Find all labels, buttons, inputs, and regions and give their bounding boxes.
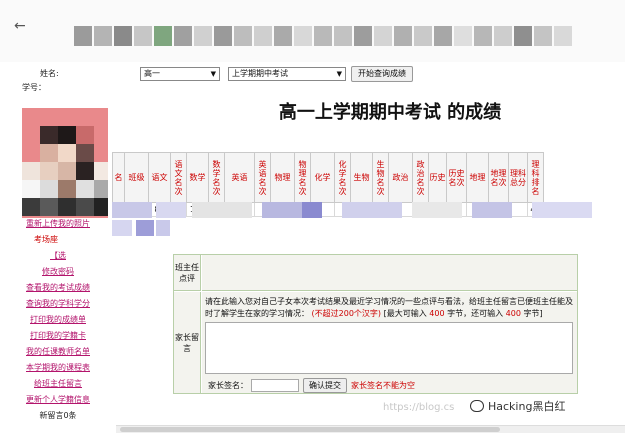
sidebar-link: 新留言0条 bbox=[39, 411, 77, 420]
signature-input[interactable] bbox=[251, 378, 299, 392]
column-header: 理科总分 bbox=[508, 152, 528, 203]
sidebar-link[interactable]: 给班主任留言 bbox=[0, 376, 116, 392]
exam-select-value: 上学期期中考试 bbox=[232, 69, 288, 78]
table-header-row: 名班级 语文 语文名次 数学 数学名次 英语 英语名次 物理 物理名次 化学 化学名次 生物 生物名次政… bbox=[112, 152, 544, 203]
sidebar-link[interactable]: 重新上传我的照片 bbox=[0, 216, 116, 232]
sidebar-link[interactable]: 【选 bbox=[0, 248, 116, 264]
column-header: 数学 bbox=[186, 152, 209, 203]
column-header: 政治 bbox=[388, 152, 413, 203]
parent-message-textarea[interactable] bbox=[205, 322, 573, 374]
remaining-chars: 400 bbox=[505, 309, 521, 318]
teacher-comment-area bbox=[202, 255, 577, 291]
dropdown-arrow-icon: ▼ bbox=[336, 70, 342, 78]
browser-top-strip: ← bbox=[0, 0, 625, 62]
blurred-header bbox=[74, 26, 574, 48]
instructions-max-label: [最大可输入 bbox=[381, 309, 430, 318]
watermark-url: https://blog.cs bbox=[383, 402, 455, 413]
column-header: 英语名次 bbox=[254, 152, 271, 203]
watermark-brand: Hacking黑白红 bbox=[470, 398, 565, 414]
sidebar-link[interactable]: 打印我的成绩单 bbox=[0, 312, 116, 328]
sidebar-link[interactable]: 更新个人学籍信息 bbox=[0, 392, 116, 408]
sidebar: 姓名: 学号： 重新上传我的照片 考场座 【选 修改密码 查看我的考试成绩 查询我的学科学… bbox=[0, 62, 116, 436]
column-header: 物理名次 bbox=[294, 152, 311, 203]
sidebar-link[interactable]: 打印我的学籍卡 bbox=[0, 328, 116, 344]
column-header: 语文 bbox=[148, 152, 171, 203]
sidebar-links: 重新上传我的照片 考场座 【选 修改密码 查看我的考试成绩 查询我的学科学分 打印我的成绩单… bbox=[0, 216, 116, 424]
instructions-text: 请在此输入您对自己子女本次考试结果及最近学习情况的一些点评与看法，给班主任留言已… bbox=[205, 296, 575, 320]
scrollbar-thumb[interactable] bbox=[120, 427, 500, 432]
sidebar-link[interactable]: 我的任课教师名单 bbox=[0, 344, 116, 360]
max-chars: 400 bbox=[429, 309, 445, 318]
instructions-limit: (不超过200个汉字) bbox=[311, 309, 382, 318]
column-header: 生物 bbox=[350, 152, 373, 203]
comment-panel: 班主任点评 家长留言 请在此输入您对自己子女本次考试结果及最近学习情况的一些点评… bbox=[173, 254, 578, 394]
column-header: 班级 bbox=[124, 152, 149, 203]
teacher-comment-label: 班主任点评 bbox=[174, 255, 201, 291]
column-header: 地理 bbox=[466, 152, 489, 203]
column-header: 化学 bbox=[310, 152, 335, 203]
dropdown-arrow-icon: ▼ bbox=[210, 70, 216, 78]
watermark-brand-text: Hacking黑白红 bbox=[488, 400, 566, 413]
column-header: 历史 bbox=[428, 152, 447, 203]
column-header: 数学名次 bbox=[208, 152, 225, 203]
column-header: 语文名次 bbox=[170, 152, 187, 203]
back-arrow-icon[interactable]: ← bbox=[14, 18, 26, 34]
signature-warning: 家长签名不能为空 bbox=[351, 380, 415, 390]
student-id-label: 学号： bbox=[22, 83, 46, 92]
parent-message-area: 请在此输入您对自己子女本次考试结果及最近学习情况的一些点评与看法，给班主任留言已… bbox=[202, 292, 577, 393]
column-header: 政治名次 bbox=[412, 152, 429, 203]
sidebar-link[interactable]: 查询我的学科学分 bbox=[0, 296, 116, 312]
signature-label: 家长签名： bbox=[208, 380, 248, 390]
column-header: 化学名次 bbox=[334, 152, 351, 203]
grade-select[interactable]: 高一 ▼ bbox=[140, 67, 220, 81]
sidebar-link[interactable]: 查看我的考试成绩 bbox=[0, 280, 116, 296]
instructions-end: 字节] bbox=[520, 309, 543, 318]
student-name-label: 姓名: bbox=[40, 69, 59, 78]
wechat-logo-icon bbox=[470, 400, 484, 412]
sidebar-link[interactable]: 考场座 bbox=[0, 232, 116, 248]
column-header: 英语 bbox=[224, 152, 255, 203]
sidebar-link[interactable]: 本学期我的课程表 bbox=[0, 360, 116, 376]
exam-select[interactable]: 上学期期中考试 ▼ bbox=[228, 67, 346, 81]
page-title: 高一上学期期中考试 的成绩 bbox=[278, 102, 502, 123]
start-query-button[interactable]: 开始查询成绩 bbox=[351, 66, 413, 82]
student-photo bbox=[22, 108, 108, 218]
grade-select-value: 高一 bbox=[144, 69, 160, 78]
blurred-table-rows bbox=[112, 202, 625, 242]
horizontal-scrollbar[interactable] bbox=[116, 425, 625, 433]
column-header: 名 bbox=[112, 152, 125, 203]
parent-message-label: 家长留言 bbox=[174, 292, 201, 393]
column-header: 生物名次 bbox=[372, 152, 389, 203]
column-header: 地理名次 bbox=[488, 152, 509, 203]
submit-button[interactable]: 确认提交 bbox=[303, 377, 347, 393]
column-header: 历史名次 bbox=[446, 152, 467, 203]
column-header: 理科排名 bbox=[527, 152, 544, 203]
signature-row: 家长签名： 确认提交 家长签名不能为空 bbox=[208, 377, 415, 393]
column-header: 物理 bbox=[270, 152, 295, 203]
instructions-remaining-label: 字节，还可输入 bbox=[444, 309, 506, 318]
sidebar-link[interactable]: 修改密码 bbox=[0, 264, 116, 280]
